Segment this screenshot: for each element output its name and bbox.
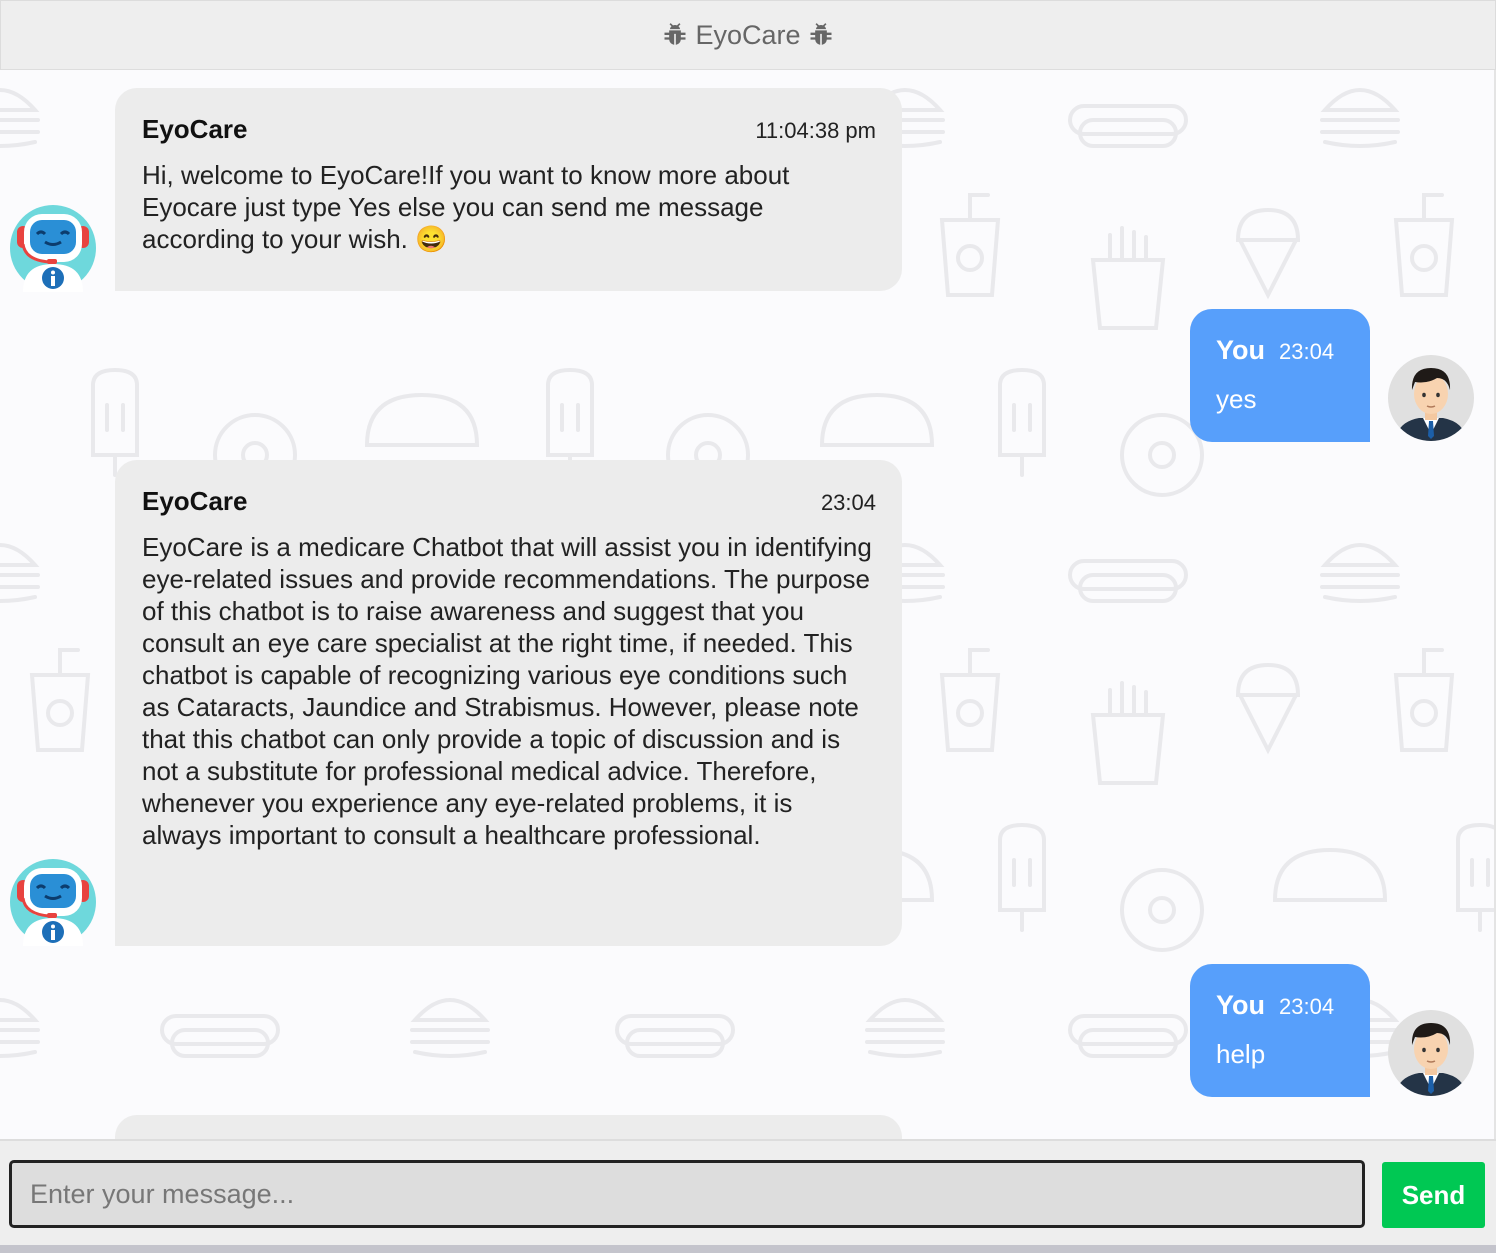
message-text: Hi, welcome to EyoCare!If you want to kn… [142,160,790,254]
chat-area[interactable]: EyoCare 11:04:38 pm Hi, welcome to EyoCa… [0,70,1496,1139]
message-sender: You [1216,335,1265,365]
user-message: You 23:04 help [1190,964,1370,1097]
message-text: yes [1216,384,1257,414]
bot-message: EyoCare 11:04:38 pm Hi, welcome to EyoCa… [115,88,902,291]
bug-icon [661,21,689,49]
user-message: You 23:04 yes [1190,309,1370,442]
message-input[interactable] [9,1160,1365,1228]
message-composer: Send [0,1139,1496,1247]
bottom-scroll-strip [0,1245,1496,1253]
bot-message-partial [115,1115,902,1139]
bot-avatar [9,204,97,292]
message-sender: EyoCare [142,486,248,516]
user-avatar [1387,354,1475,442]
message-time: 23:04 [820,490,876,515]
bug-icon [807,21,835,49]
bot-avatar [9,858,97,946]
user-avatar [1387,1009,1475,1097]
send-button[interactable]: Send [1382,1162,1485,1228]
message-time: 11:04:38 pm [755,118,876,143]
message-sender: You [1216,990,1265,1020]
header-title: EyoCare [695,19,801,50]
message-text: EyoCare is a medicare Chatbot that will … [142,532,872,850]
chat-header: EyoCare [0,0,1496,71]
message-sender: EyoCare [142,114,248,144]
bot-message: EyoCare 23:04 EyoCare is a medicare Chat… [115,460,902,946]
message-text: help [1216,1039,1266,1069]
message-time: 23:04 [1279,339,1335,364]
message-time: 23:04 [1279,994,1335,1019]
